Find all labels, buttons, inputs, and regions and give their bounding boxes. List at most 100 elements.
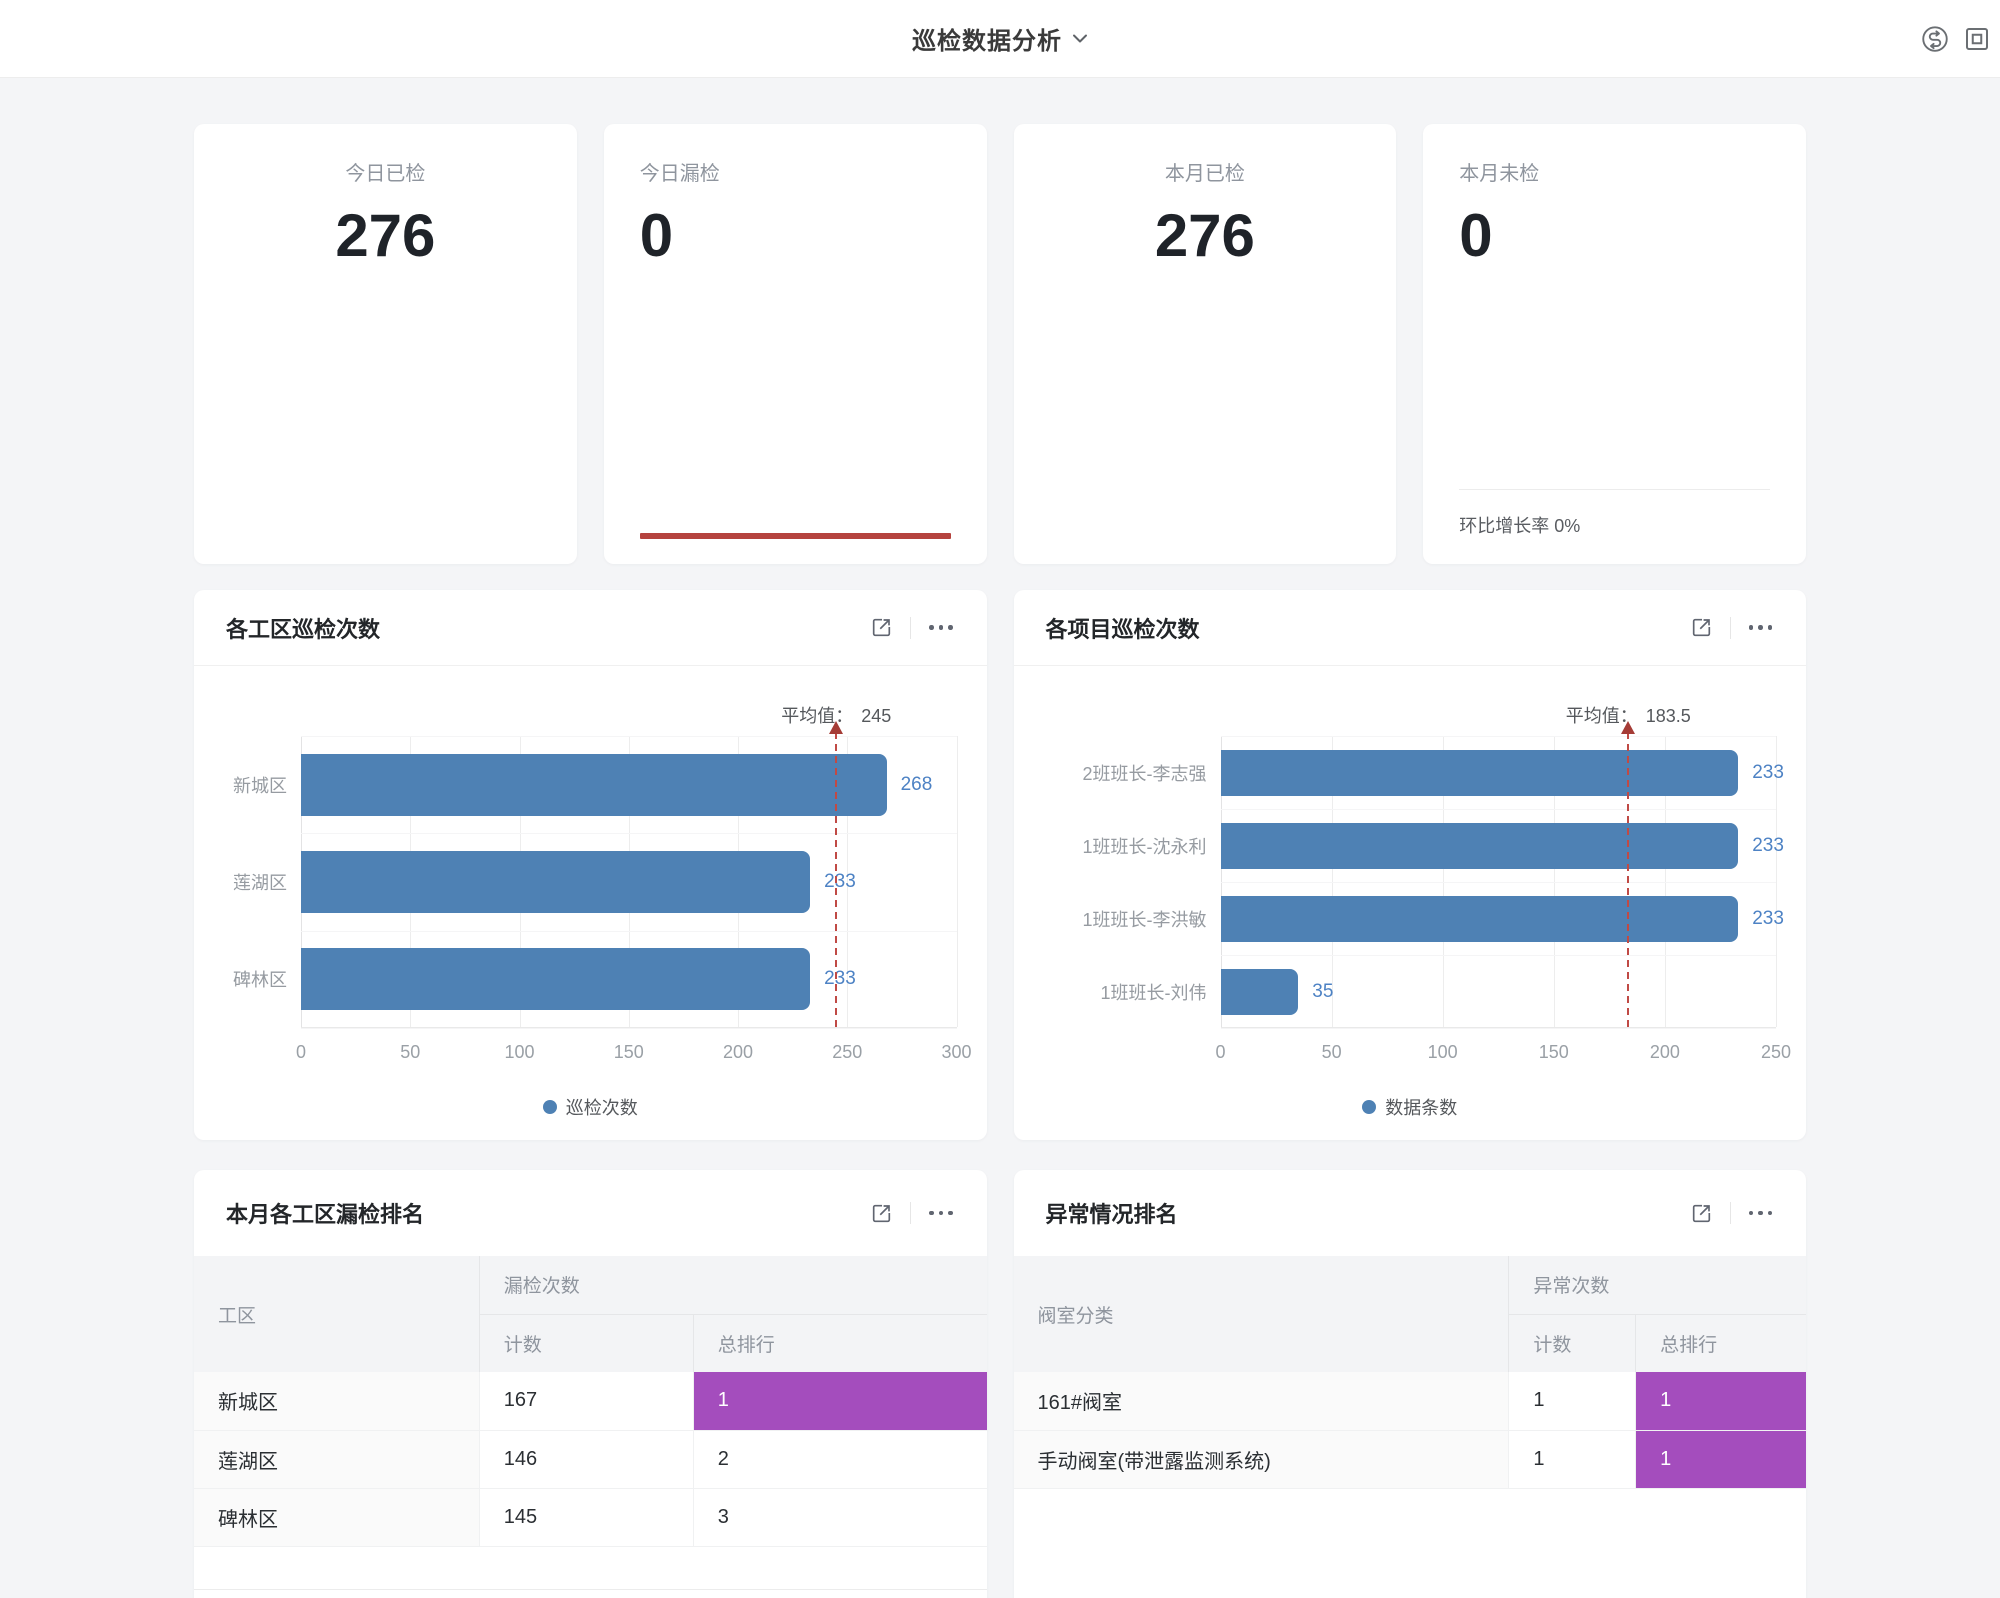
bar-新城区[interactable] bbox=[301, 754, 887, 816]
stat-label: 今日漏检 bbox=[640, 160, 951, 188]
x-axis-tick: 150 bbox=[614, 1042, 644, 1063]
stat-label: 今日已检 bbox=[230, 160, 541, 188]
export-icon[interactable] bbox=[1689, 1201, 1714, 1226]
chart-title: 各项目巡检次数 bbox=[1046, 612, 1200, 644]
legend-dot bbox=[1362, 1100, 1376, 1114]
x-axis-tick: 250 bbox=[832, 1042, 862, 1063]
gridline bbox=[301, 1028, 957, 1029]
count-cell: 167 bbox=[479, 1372, 693, 1430]
gridline bbox=[957, 736, 958, 1027]
legend-item[interactable]: 数据条数 bbox=[1014, 1094, 1807, 1120]
more-icon[interactable] bbox=[927, 621, 955, 634]
more-icon[interactable] bbox=[927, 1207, 955, 1220]
gridline bbox=[1221, 736, 1777, 737]
table-title: 本月各工区漏检排名 bbox=[226, 1197, 424, 1229]
average-line bbox=[835, 732, 837, 1027]
gridline bbox=[1221, 1028, 1777, 1029]
stat-value: 0 bbox=[640, 204, 951, 268]
category-label: 新城区 bbox=[224, 736, 287, 833]
table-row[interactable]: 161#阀室11 bbox=[1014, 1372, 1807, 1430]
group-header: 异常次数 bbox=[1509, 1256, 1806, 1314]
divider bbox=[1459, 489, 1770, 490]
category-label: 莲湖区 bbox=[224, 833, 287, 930]
average-line-arrow bbox=[1621, 721, 1635, 734]
more-icon[interactable] bbox=[1747, 621, 1775, 634]
table-row[interactable]: 莲湖区1462 bbox=[194, 1430, 987, 1488]
bar-1班班长-刘伟[interactable] bbox=[1221, 969, 1299, 1015]
x-axis-tick: 50 bbox=[1322, 1042, 1342, 1063]
gridline bbox=[1221, 882, 1777, 883]
bar-value-label: 233 bbox=[824, 871, 856, 893]
app-header: 巡检数据分析 bbox=[0, 0, 2000, 78]
gridline bbox=[301, 931, 957, 932]
gridline bbox=[301, 736, 957, 737]
sync-icon[interactable] bbox=[1920, 24, 1950, 54]
bar-莲湖区[interactable] bbox=[301, 851, 810, 913]
fullscreen-icon[interactable] bbox=[1962, 24, 1992, 54]
page-title: 巡检数据分析 bbox=[912, 21, 1062, 56]
bar-chart-projects: 平均值：183.523323323335050100150200250 数据条数… bbox=[1014, 666, 1807, 1140]
row-name-cell: 碑林区 bbox=[194, 1488, 479, 1546]
table-row[interactable]: 新城区1671 bbox=[194, 1372, 987, 1430]
table-card-anomaly-ranking: 异常情况排名 阀室分类 异常次数 bbox=[1014, 1170, 1807, 1598]
divider bbox=[1730, 1202, 1731, 1224]
column-header: 计数 bbox=[1509, 1314, 1636, 1372]
rank-cell: 1 bbox=[693, 1372, 986, 1430]
dashboard-title-selector[interactable]: 巡检数据分析 bbox=[912, 21, 1088, 56]
divider bbox=[910, 1202, 911, 1224]
divider bbox=[1730, 617, 1731, 639]
row-name-cell: 莲湖区 bbox=[194, 1430, 479, 1488]
x-axis-tick: 0 bbox=[296, 1042, 306, 1063]
bar-value-label: 233 bbox=[1752, 762, 1784, 784]
count-cell: 146 bbox=[479, 1430, 693, 1488]
bar-value-label: 233 bbox=[824, 968, 856, 990]
gridline bbox=[1221, 809, 1777, 810]
average-line bbox=[1627, 732, 1629, 1027]
table-title: 异常情况排名 bbox=[1046, 1197, 1178, 1229]
stat-card-today-missed: 今日漏检 0 bbox=[604, 124, 987, 564]
stat-value: 276 bbox=[230, 204, 541, 268]
missed-ranking-table: 工区 漏检次数 计数 总排行 新城区1671莲湖区1462碑林区1453 bbox=[194, 1256, 987, 1547]
column-header: 总排行 bbox=[1636, 1314, 1806, 1372]
rank-cell: 3 bbox=[693, 1488, 986, 1546]
chart-card-workzone-inspections: 各工区巡检次数 平均值：2452682332330501001502002503… bbox=[194, 590, 987, 1140]
average-line-arrow bbox=[829, 721, 843, 734]
export-icon[interactable] bbox=[869, 615, 894, 640]
legend-label: 数据条数 bbox=[1385, 1094, 1457, 1120]
x-axis-tick: 0 bbox=[1215, 1042, 1225, 1063]
more-icon[interactable] bbox=[1747, 1207, 1775, 1220]
x-axis-tick: 100 bbox=[504, 1042, 534, 1063]
bar-value-label: 35 bbox=[1312, 981, 1333, 1003]
stat-card-today-inspected: 今日已检 276 bbox=[194, 124, 577, 564]
row-name-cell: 161#阀室 bbox=[1014, 1372, 1509, 1430]
bar-1班班长-沈永利[interactable] bbox=[1221, 823, 1739, 869]
rank-cell: 2 bbox=[693, 1430, 986, 1488]
bar-chart-workzones: 平均值：245268233233050100150200250300 巡检次数 … bbox=[194, 666, 987, 1140]
count-cell: 145 bbox=[479, 1488, 693, 1546]
stat-label: 本月已检 bbox=[1050, 160, 1361, 188]
table-row[interactable]: 手动阀室(带泄露监测系统)11 bbox=[1014, 1430, 1807, 1488]
row-name-cell: 手动阀室(带泄露监测系统) bbox=[1014, 1430, 1509, 1488]
count-cell: 1 bbox=[1509, 1430, 1636, 1488]
column-header: 计数 bbox=[479, 1314, 693, 1372]
chart-card-project-inspections: 各项目巡检次数 平均值：183.523323323335050100150200… bbox=[1014, 590, 1807, 1140]
category-label: 1班班长-李洪敏 bbox=[1044, 882, 1207, 955]
stat-value: 276 bbox=[1050, 204, 1361, 268]
export-icon[interactable] bbox=[869, 1201, 894, 1226]
legend-item[interactable]: 巡检次数 bbox=[194, 1094, 987, 1120]
chevron-down-icon bbox=[1072, 34, 1088, 44]
column-header: 工区 bbox=[194, 1256, 479, 1372]
export-icon[interactable] bbox=[1689, 615, 1714, 640]
bar-2班班长-李志强[interactable] bbox=[1221, 750, 1739, 796]
bar-value-label: 268 bbox=[901, 774, 933, 796]
chart-plot-area: 23323323335 bbox=[1221, 736, 1777, 1028]
x-axis-tick: 100 bbox=[1428, 1042, 1458, 1063]
x-axis-tick: 250 bbox=[1761, 1042, 1791, 1063]
stat-card-month-inspected: 本月已检 276 bbox=[1014, 124, 1397, 564]
flat-trend-line bbox=[640, 533, 951, 539]
bar-1班班长-李洪敏[interactable] bbox=[1221, 896, 1739, 942]
anomaly-ranking-table: 阀室分类 异常次数 计数 总排行 161#阀室11手动阀室(带泄露监测系统)11 bbox=[1014, 1256, 1807, 1489]
bar-碑林区[interactable] bbox=[301, 948, 810, 1010]
table-row[interactable]: 碑林区1453 bbox=[194, 1488, 987, 1546]
stat-label: 本月未检 bbox=[1459, 160, 1770, 188]
